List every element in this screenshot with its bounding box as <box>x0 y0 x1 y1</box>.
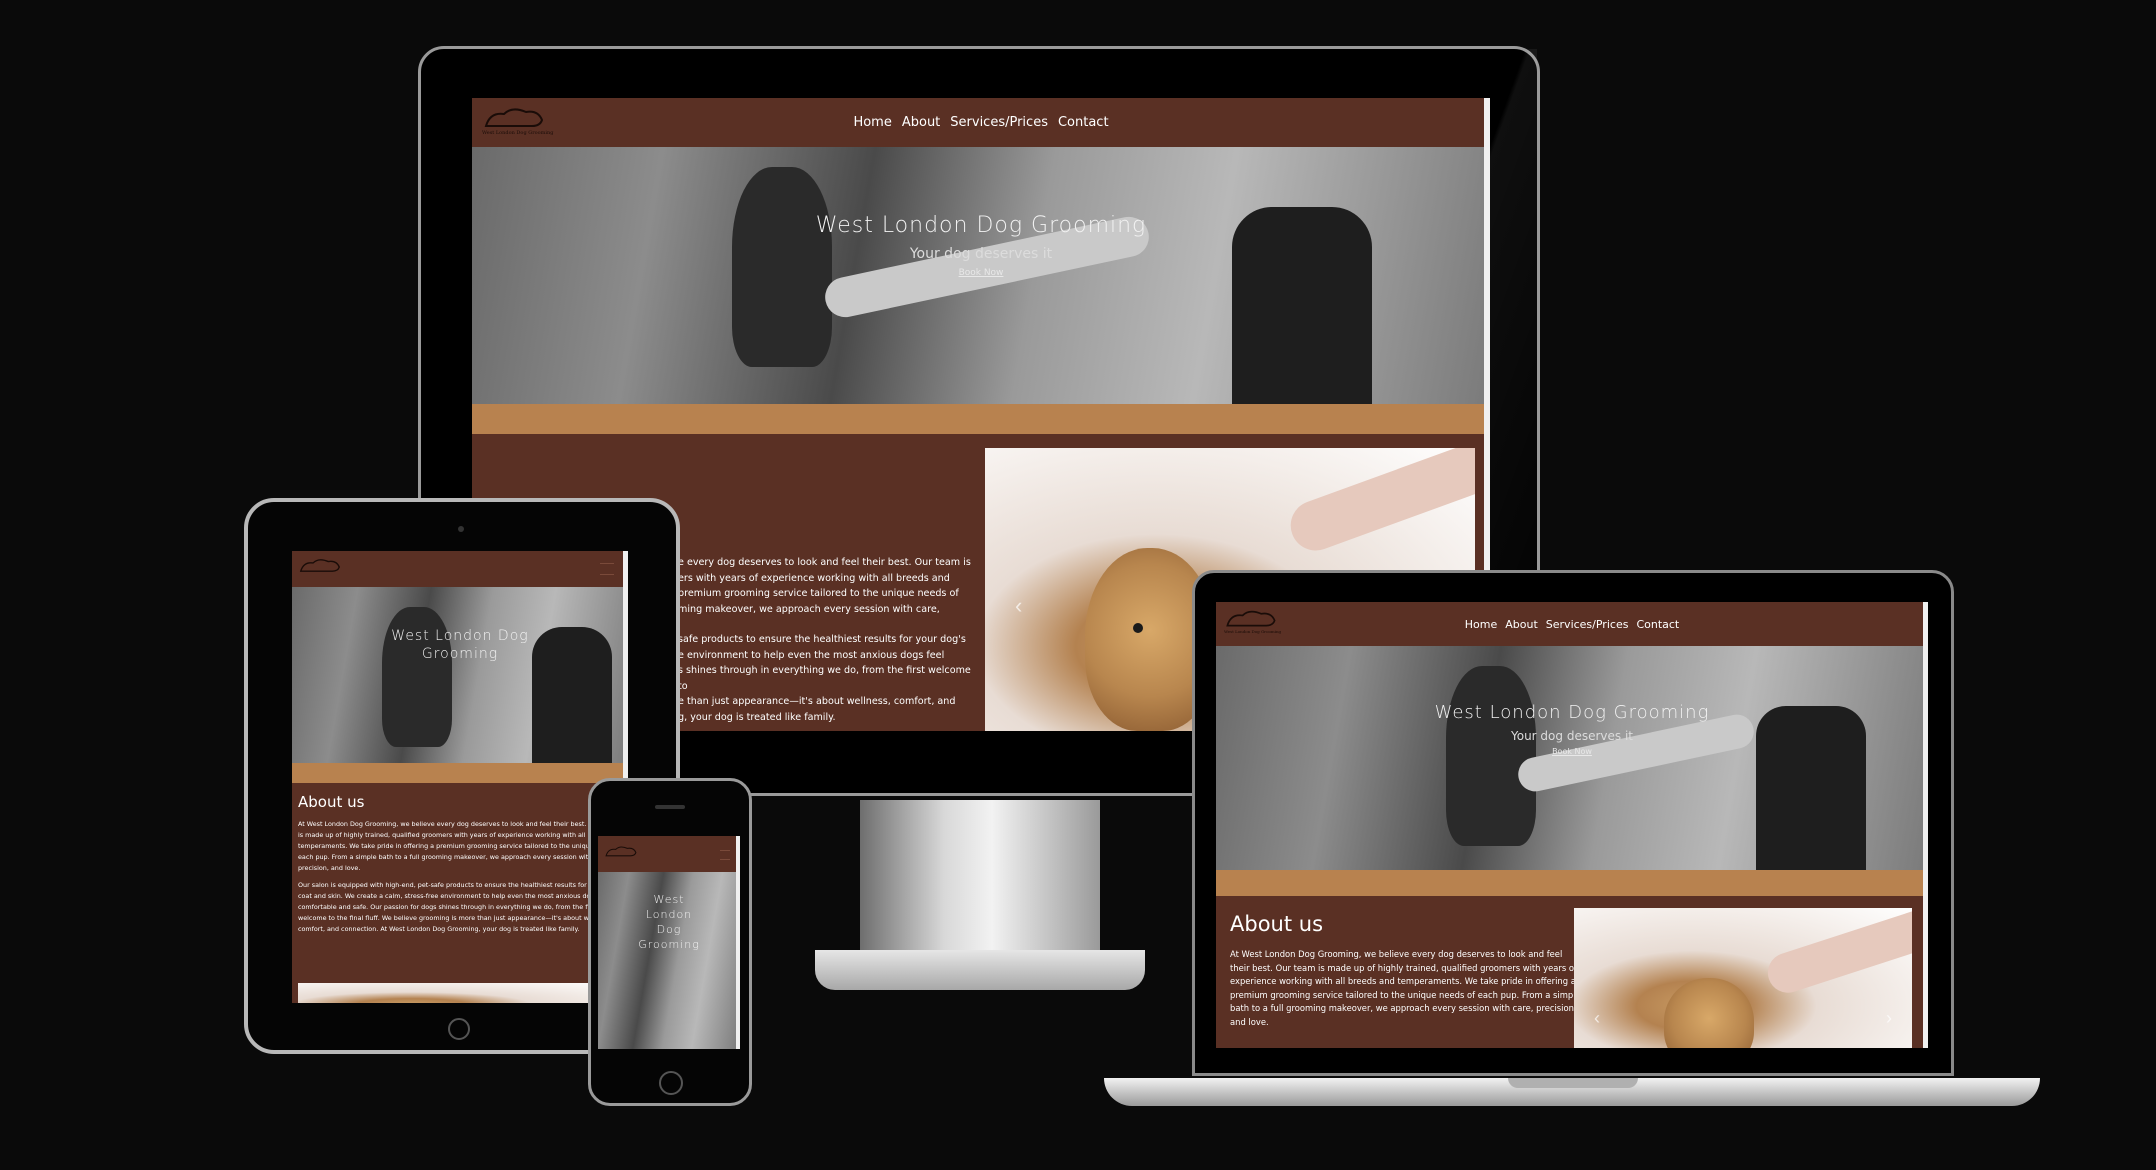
nav-contact[interactable]: Contact <box>1058 115 1109 130</box>
laptop-hero-subtitle: Your dog deserves it <box>1511 729 1633 743</box>
hero-subtitle: Your dog deserves it <box>909 246 1053 262</box>
nav-contact[interactable]: Contact <box>1636 618 1679 631</box>
phone-logo[interactable] <box>604 844 638 858</box>
monitor-base <box>815 950 1145 990</box>
phone-home-button[interactable] <box>659 1071 683 1095</box>
monitor-stand <box>860 800 1100 950</box>
carousel-next[interactable]: › <box>1886 1008 1892 1029</box>
logo-text: West London Dog Grooming <box>482 130 554 136</box>
hero-title: West London Dog Grooming <box>815 213 1147 238</box>
tablet-about-photo <box>298 983 622 1003</box>
laptop-hero-title: West London Dog Grooming <box>1434 702 1710 723</box>
phone-screen: West London Dog Grooming <box>598 836 740 1049</box>
laptop-screen: West London Dog Grooming Home About Serv… <box>1216 602 1928 1048</box>
tablet-screen: West London Dog Grooming About us At Wes… <box>292 551 628 1003</box>
dog-logo-icon <box>299 559 340 572</box>
laptop-navbar: West London Dog Grooming Home About Serv… <box>1216 602 1928 646</box>
laptop-logo[interactable]: West London Dog Grooming <box>1224 607 1281 634</box>
carousel-prev[interactable]: ‹ <box>1594 1008 1600 1029</box>
desktop-nav-links: Home About Services/Prices Contact <box>853 115 1108 130</box>
hamburger-icon[interactable] <box>720 850 730 860</box>
nav-home[interactable]: Home <box>1465 618 1497 631</box>
nav-services-prices[interactable]: Services/Prices <box>950 115 1048 130</box>
nav-services-prices[interactable]: Services/Prices <box>1546 618 1629 631</box>
dog-logo-icon <box>605 846 637 857</box>
laptop-about-photo: ‹ › <box>1574 908 1912 1048</box>
tablet-hero: West London Dog Grooming <box>292 587 628 763</box>
accent-band <box>472 404 1490 434</box>
dog-logo-icon <box>484 108 544 127</box>
desktop-navbar: West London Dog Grooming Home About Serv… <box>472 98 1490 147</box>
phone-hero-title: West London Dog Grooming <box>638 893 700 951</box>
logo[interactable]: West London Dog Grooming <box>482 104 553 136</box>
dog-logo-icon <box>1226 610 1276 627</box>
tablet-hero-title: West London Dog Grooming <box>391 628 529 662</box>
phone-hero: West London Dog Grooming <box>598 872 740 1049</box>
nav-about[interactable]: About <box>902 115 940 130</box>
laptop-hero: West London Dog Grooming Your dog deserv… <box>1216 646 1928 870</box>
tablet-home-button[interactable] <box>448 1018 470 1040</box>
tablet-logo[interactable] <box>298 556 342 574</box>
desktop-hero: West London Dog Grooming Your dog deserv… <box>472 147 1490 404</box>
about-text-visible: e every dog deserves to look and feel th… <box>678 557 971 723</box>
nav-home[interactable]: Home <box>853 115 891 130</box>
laptop-book-now-button[interactable]: Book Now <box>1216 747 1928 756</box>
laptop-nav-links: Home About Services/Prices Contact <box>1465 618 1679 631</box>
hamburger-icon[interactable] <box>600 563 614 575</box>
tablet-about-title: About us <box>298 793 365 811</box>
book-now-button[interactable]: Book Now <box>472 268 1490 278</box>
nav-about[interactable]: About <box>1505 618 1538 631</box>
laptop-about-title: About us <box>1230 912 1324 936</box>
carousel-prev[interactable]: ‹ <box>1015 593 1022 619</box>
